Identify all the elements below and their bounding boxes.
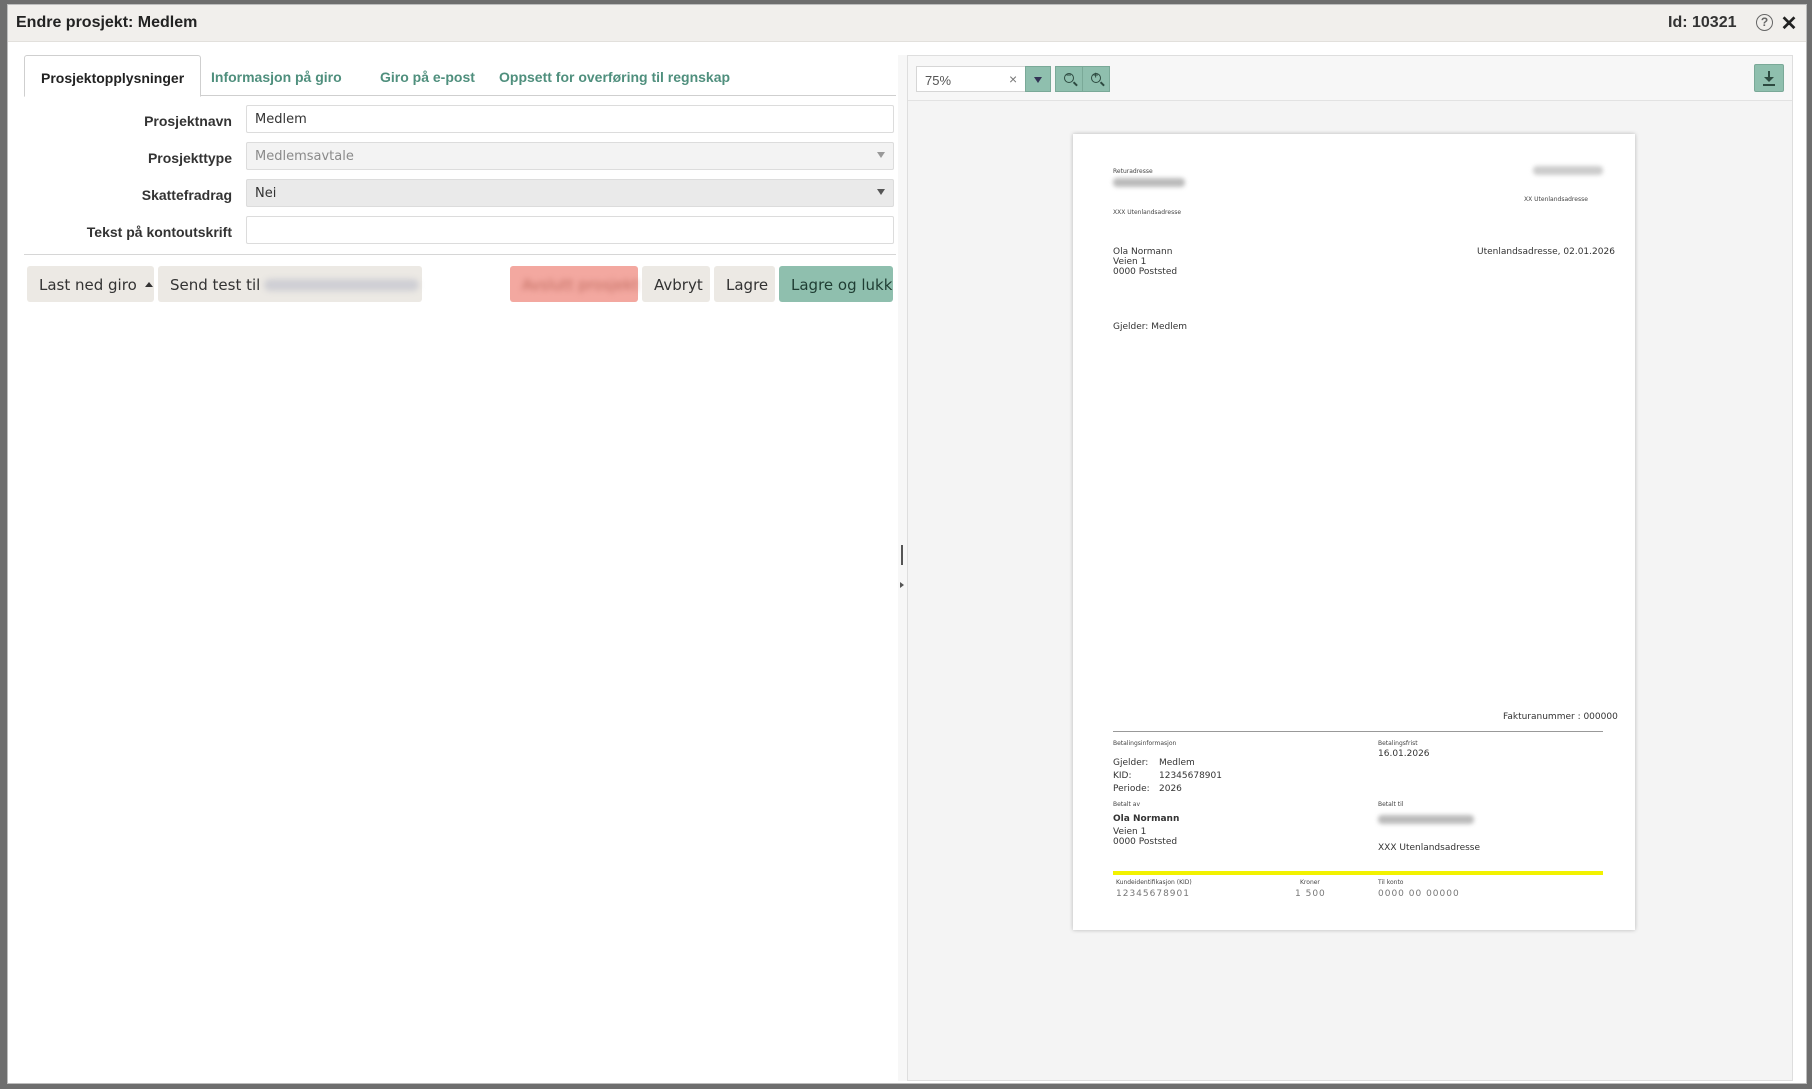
redacted-email bbox=[264, 279, 420, 291]
account-column-label: Til konto bbox=[1378, 879, 1404, 886]
tax-deduction-value: Nei bbox=[255, 186, 277, 201]
period-label: Periode: bbox=[1113, 784, 1150, 794]
download-button[interactable] bbox=[1754, 64, 1784, 92]
payee-address: XXX Utenlandsadresse bbox=[1378, 843, 1481, 853]
zoom-input[interactable]: 75% × bbox=[916, 66, 1026, 92]
edit-project-dialog: Endre prosjekt: Medlem Id: 10321 ? ✕ Pro… bbox=[7, 4, 1807, 1084]
place-date: Utenlandsadresse, 02.01.2026 bbox=[1477, 247, 1615, 257]
tab-informasjon-pa-giro[interactable]: Informasjon på giro bbox=[195, 55, 358, 96]
save-button[interactable]: Lagre bbox=[714, 266, 775, 302]
tab-bar: Prosjektopplysninger Informasjon på giro… bbox=[24, 55, 896, 97]
kid-label: KID: bbox=[1113, 771, 1132, 781]
redacted-sender bbox=[1113, 178, 1185, 187]
download-giro-button[interactable]: Last ned giro bbox=[27, 266, 154, 302]
period-value: 2026 bbox=[1159, 784, 1182, 794]
project-type-label: Prosjekttype bbox=[147, 150, 232, 166]
zoom-value: 75% bbox=[925, 73, 952, 88]
tax-deduction-select[interactable]: Nei bbox=[246, 179, 894, 207]
form-divider bbox=[24, 254, 896, 255]
redacted-payee bbox=[1378, 815, 1474, 824]
concerns-label: Gjelder: bbox=[1113, 758, 1149, 768]
giro-preview-pane: 75% × − + Returadresse XX Utenlandsadres… bbox=[907, 55, 1793, 1081]
zoom-out-button[interactable]: − bbox=[1055, 66, 1083, 92]
due-date-label: Betalingsfrist bbox=[1378, 740, 1418, 747]
giro-page: Returadresse XX Utenlandsadresse XXX Ute… bbox=[1073, 134, 1635, 930]
redacted-sender-right bbox=[1533, 166, 1603, 175]
send-test-label: Send test til bbox=[170, 276, 261, 294]
project-type-select: Medlemsavtale bbox=[246, 142, 894, 170]
project-name-input[interactable]: Medlem bbox=[246, 105, 894, 133]
title-bar: Endre prosjekt: Medlem Id: 10321 ? ✕ bbox=[8, 5, 1806, 42]
project-id-label: Id: 10321 bbox=[1668, 14, 1737, 31]
invoice-number: Fakturanummer : 000000 bbox=[1503, 712, 1618, 722]
help-icon[interactable]: ? bbox=[1756, 14, 1773, 31]
download-giro-label: Last ned giro bbox=[39, 276, 137, 294]
statement-text-input[interactable] bbox=[246, 216, 894, 244]
zoom-dropdown-button[interactable] bbox=[1025, 66, 1051, 92]
caret-up-icon bbox=[144, 282, 153, 287]
kid-bar bbox=[1113, 871, 1603, 875]
amount-column-label: Kroner bbox=[1300, 879, 1320, 886]
tab-oppsett-regnskap[interactable]: Oppsett for overføring til regnskap bbox=[483, 55, 746, 96]
collapse-arrow-icon[interactable] bbox=[900, 582, 904, 588]
pane-splitter[interactable] bbox=[898, 55, 907, 1081]
chevron-down-icon bbox=[1034, 77, 1042, 83]
recipient-city: 0000 Poststed bbox=[1113, 267, 1178, 277]
project-type-value: Medlemsavtale bbox=[255, 149, 354, 164]
concerns-value: Medlem bbox=[1159, 758, 1195, 768]
account-column-value: 0000 00 00000 bbox=[1378, 889, 1460, 899]
close-icon[interactable]: ✕ bbox=[1780, 11, 1798, 36]
save-and-close-button[interactable]: Lagre og lukk bbox=[779, 266, 893, 302]
tab-prosjektopplysninger[interactable]: Prosjektopplysninger bbox=[24, 55, 202, 97]
project-name-label: Prosjektnavn bbox=[144, 113, 232, 129]
statement-text-label: Tekst på kontoutskrift bbox=[86, 224, 232, 240]
clear-icon[interactable]: × bbox=[1009, 71, 1017, 87]
kid-value: 12345678901 bbox=[1159, 771, 1222, 781]
zoom-in-button[interactable]: + bbox=[1082, 66, 1110, 92]
kid-column-value: 12345678901 bbox=[1116, 889, 1190, 899]
payer-city: 0000 Poststed bbox=[1113, 837, 1178, 847]
chevron-down-icon bbox=[877, 152, 885, 158]
return-address-label: Returadresse bbox=[1113, 168, 1153, 175]
payer-name: Ola Normann bbox=[1113, 814, 1180, 824]
chevron-down-icon bbox=[877, 189, 885, 195]
amount-column-value: 1 500 bbox=[1295, 889, 1326, 899]
page-divider bbox=[1113, 731, 1603, 732]
header-address: XX Utenlandsadresse bbox=[1524, 196, 1588, 203]
tab-giro-pa-epost[interactable]: Giro på e-post bbox=[364, 55, 491, 96]
splitter-handle[interactable] bbox=[901, 545, 903, 565]
paid-by-label: Betalt av bbox=[1113, 801, 1140, 808]
payment-info-label: Betalingsinformasjon bbox=[1113, 740, 1177, 747]
end-project-button[interactable]: Avslutt prosjekt bbox=[510, 266, 639, 302]
paid-to-label: Betalt til bbox=[1378, 801, 1404, 808]
sender-address-line: XXX Utenlandsadresse bbox=[1113, 209, 1182, 216]
subject-line: Gjelder: Medlem bbox=[1113, 322, 1188, 332]
kid-column-label: Kundeidentifikasjon (KID) bbox=[1116, 879, 1192, 886]
dialog-title: Endre prosjekt: Medlem bbox=[16, 14, 198, 31]
cancel-button[interactable]: Avbryt bbox=[642, 266, 710, 302]
preview-toolbar: 75% × − + bbox=[908, 56, 1792, 101]
end-project-label: Avslutt prosjekt bbox=[522, 276, 639, 294]
due-date-value: 16.01.2026 bbox=[1378, 749, 1430, 759]
tax-deduction-label: Skattefradrag bbox=[141, 187, 232, 203]
send-test-button[interactable]: Send test til bbox=[158, 266, 422, 302]
